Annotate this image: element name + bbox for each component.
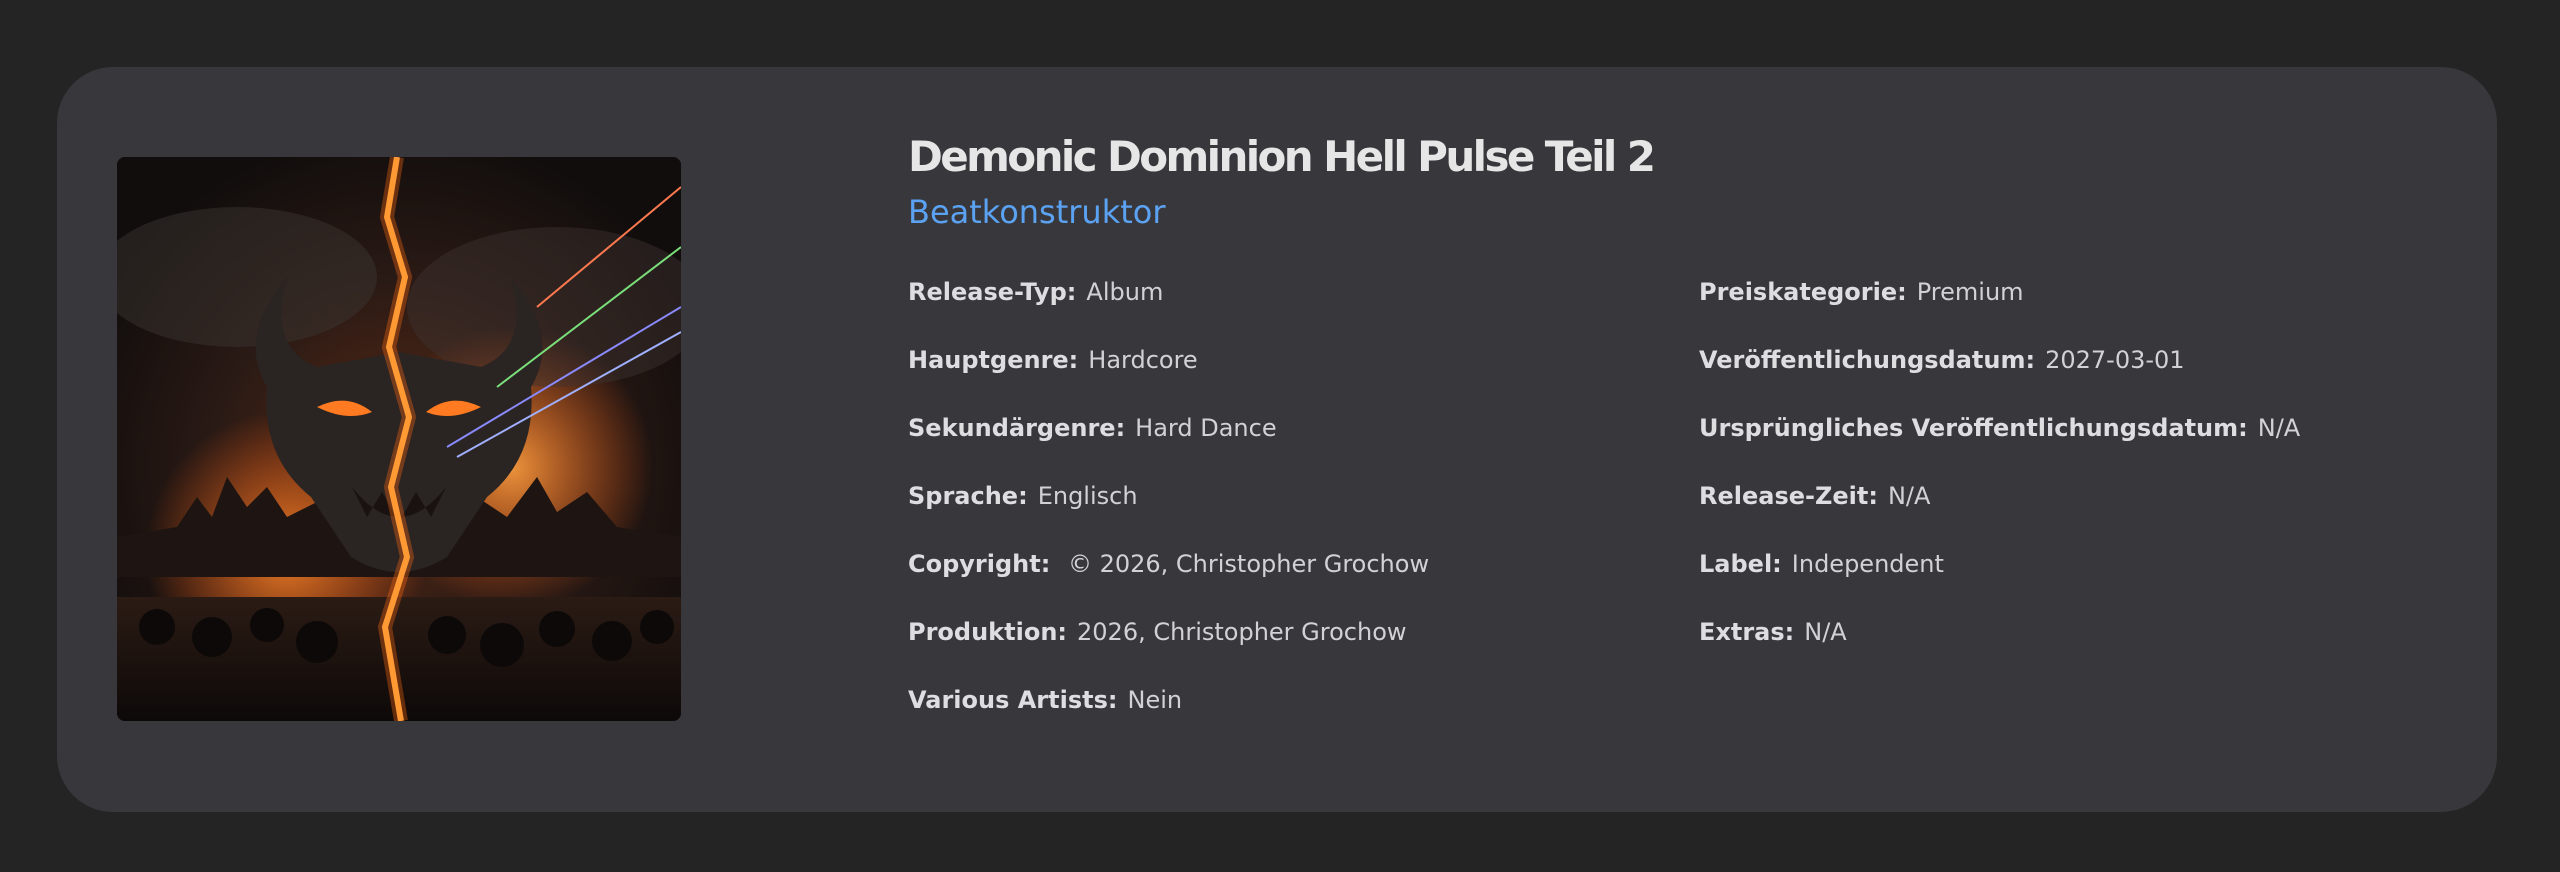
detail-value: Premium bbox=[1916, 278, 2024, 306]
detail-label-name: Label: Independent bbox=[1699, 547, 2300, 615]
album-cover-image bbox=[117, 157, 681, 721]
detail-price-category: Preiskategorie: Premium bbox=[1699, 275, 2300, 343]
details-left-column: Release-Typ: Album Hauptgenre: Hardcore Se… bbox=[908, 275, 1429, 751]
detail-label: Release-Typ: bbox=[908, 278, 1077, 306]
detail-original-release-date: Ursprüngliches Veröffentlichungsdatum: N/… bbox=[1699, 411, 2300, 479]
detail-label: Veröffentlichungsdatum: bbox=[1699, 346, 2036, 374]
detail-value: 2027-03-01 bbox=[2045, 346, 2185, 374]
detail-value: 2026, Christopher Grochow bbox=[1077, 618, 1407, 646]
detail-label: Preiskategorie: bbox=[1699, 278, 1907, 306]
detail-value: Englisch bbox=[1037, 482, 1138, 510]
artist-name[interactable]: Beatkonstruktor bbox=[908, 189, 1166, 235]
detail-label: Release-Zeit: bbox=[1699, 482, 1878, 510]
detail-release-time: Release-Zeit: N/A bbox=[1699, 479, 2300, 547]
detail-value: N/A bbox=[1804, 618, 1847, 646]
detail-value: N/A bbox=[1887, 482, 1931, 510]
detail-secondary-genre: Sekundärgenre: Hard Dance bbox=[908, 411, 1429, 479]
detail-label: Ursprüngliches Veröffentlichungsdatum: bbox=[1699, 414, 2248, 442]
detail-value: Independent bbox=[1791, 550, 1944, 578]
release-title: Demonic Dominion Hell Pulse Teil 2 bbox=[908, 132, 1656, 181]
detail-value: © 2026, Christopher Grochow bbox=[1060, 550, 1430, 578]
detail-release-type: Release-Typ: Album bbox=[908, 275, 1429, 343]
details-right-column: Preiskategorie: Premium Veröffentlichungs… bbox=[1699, 275, 2300, 683]
detail-value: N/A bbox=[2257, 414, 2301, 442]
detail-value: Hard Dance bbox=[1135, 414, 1277, 442]
detail-copyright: Copyright: © 2026, Christopher Grochow bbox=[908, 547, 1429, 615]
detail-label: Sprache: bbox=[908, 482, 1028, 510]
detail-value: Album bbox=[1086, 278, 1164, 306]
detail-label: Hauptgenre: bbox=[908, 346, 1079, 374]
detail-value: Hardcore bbox=[1088, 346, 1198, 374]
detail-production: Produktion: 2026, Christopher Grochow bbox=[908, 615, 1429, 683]
detail-main-genre: Hauptgenre: Hardcore bbox=[908, 343, 1429, 411]
detail-label: Extras: bbox=[1699, 618, 1795, 646]
detail-label: Produktion: bbox=[908, 618, 1068, 646]
detail-value: Nein bbox=[1127, 686, 1183, 714]
detail-various-artists: Various Artists: Nein bbox=[908, 683, 1429, 751]
detail-label: Sekundärgenre: bbox=[908, 414, 1126, 442]
release-card: Demonic Dominion Hell Pulse Teil 2 Beatk… bbox=[57, 67, 2497, 812]
detail-label: Various Artists: bbox=[908, 686, 1118, 714]
detail-label: Copyright: bbox=[908, 550, 1051, 578]
detail-language: Sprache: Englisch bbox=[908, 479, 1429, 547]
detail-extras: Extras: N/A bbox=[1699, 615, 2300, 683]
detail-label: Label: bbox=[1699, 550, 1782, 578]
detail-release-date: Veröffentlichungsdatum: 2027-03-01 bbox=[1699, 343, 2300, 411]
